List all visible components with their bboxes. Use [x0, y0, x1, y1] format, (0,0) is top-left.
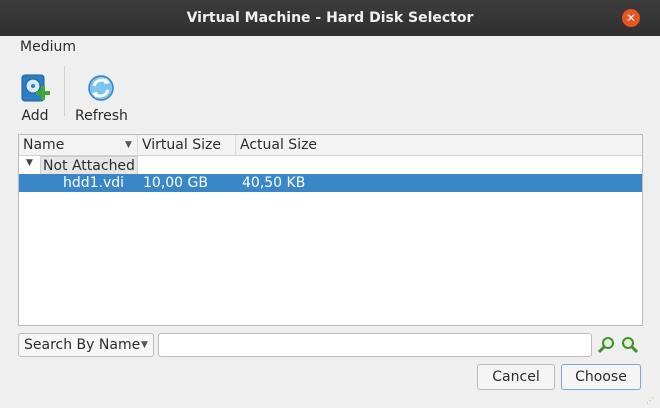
- search-forward-icon[interactable]: [620, 335, 640, 355]
- dialog-body: Medium Add Refresh Name ▼ Virtual Size A…: [0, 36, 660, 408]
- search-input[interactable]: [158, 333, 592, 357]
- group-label: Not Attached: [40, 156, 138, 176]
- window-title: Virtual Machine - Hard Disk Selector: [186, 10, 474, 26]
- close-button[interactable]: ✕: [622, 9, 640, 27]
- refresh-label: Refresh: [75, 108, 128, 124]
- add-label: Add: [21, 108, 49, 124]
- chevron-down-icon: ▼: [141, 340, 148, 350]
- column-virtual-size[interactable]: Virtual Size: [138, 135, 236, 155]
- title-bar: Virtual Machine - Hard Disk Selector ✕: [0, 0, 660, 36]
- refresh-icon: [88, 75, 115, 101]
- add-disk-icon: [21, 74, 50, 102]
- table-row[interactable]: hdd1.vdi 10,00 GB 40,50 KB: [19, 174, 642, 192]
- column-name-label: Name: [23, 137, 65, 153]
- menu-medium[interactable]: Medium: [20, 39, 76, 55]
- column-actual-size[interactable]: Actual Size: [236, 135, 642, 155]
- choose-button[interactable]: Choose: [561, 364, 641, 390]
- search-mode-select[interactable]: Search By Name ▼: [18, 333, 154, 357]
- group-not-attached[interactable]: ▼ Not Attached: [19, 156, 642, 176]
- search-backward-icon[interactable]: [596, 335, 616, 355]
- sort-down-icon: ▼: [125, 140, 132, 150]
- add-button[interactable]: Add: [18, 72, 52, 124]
- search-mode-value: Search By Name: [24, 337, 141, 353]
- row-virtual-size: 10,00 GB: [143, 175, 208, 191]
- expand-arrow-icon[interactable]: ▼: [26, 158, 33, 168]
- tree-header: Name ▼ Virtual Size Actual Size: [19, 135, 642, 156]
- medium-tree[interactable]: Name ▼ Virtual Size Actual Size ▼ Not At…: [18, 134, 643, 326]
- menu-bar: Medium: [0, 36, 660, 60]
- resize-grip-icon[interactable]: ⋰: [646, 396, 654, 405]
- refresh-button[interactable]: Refresh: [75, 72, 128, 124]
- cancel-button[interactable]: Cancel: [477, 364, 555, 390]
- toolbar-separator: [64, 66, 65, 116]
- row-actual-size: 40,50 KB: [242, 175, 306, 191]
- toolbar: Add Refresh: [0, 64, 660, 126]
- column-name[interactable]: Name ▼: [19, 135, 138, 155]
- row-name: hdd1.vdi: [63, 175, 125, 191]
